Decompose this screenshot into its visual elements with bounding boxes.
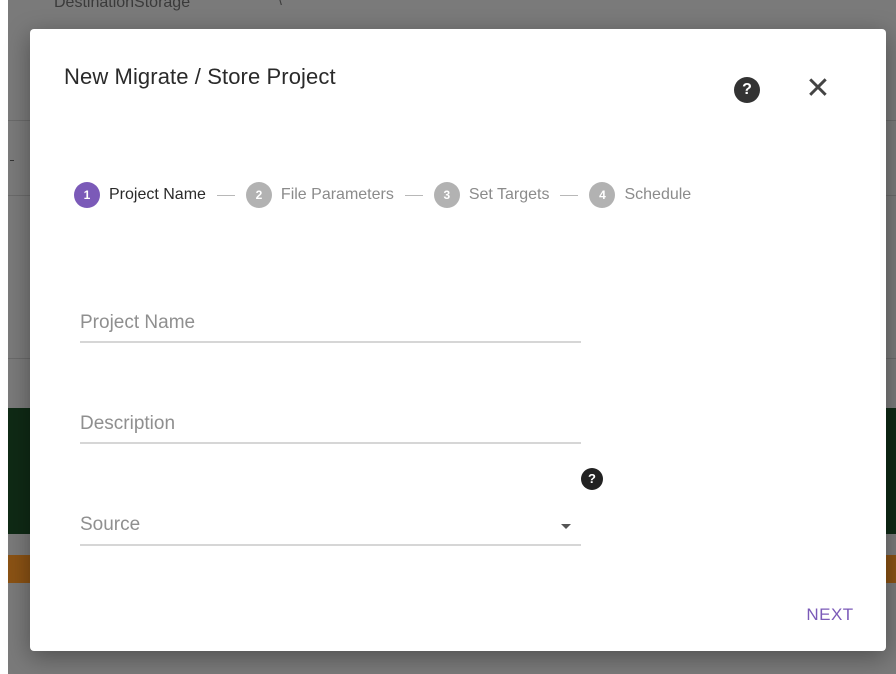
step-file-parameters[interactable]: 2 File Parameters [245, 182, 394, 208]
background-chevron: \ [278, 0, 282, 8]
help-icon[interactable]: ? [734, 77, 760, 103]
description-input[interactable] [80, 406, 581, 442]
step-label: Project Name [109, 186, 206, 203]
background-tab-label: DestinationStorage [54, 0, 191, 11]
step-connector [216, 194, 235, 196]
step-set-targets[interactable]: 3 Set Targets [433, 182, 550, 208]
source-select[interactable]: Source [80, 508, 581, 546]
step-number: 2 [245, 182, 272, 208]
next-button[interactable]: NEXT [792, 599, 868, 631]
step-number: 1 [74, 182, 100, 208]
description-field [80, 406, 581, 444]
new-project-dialog: New Migrate / Store Project ? ✕ 1 Projec… [30, 29, 886, 651]
step-connector [404, 194, 423, 196]
page-left-border [0, 0, 8, 674]
source-label: Source [80, 514, 141, 535]
step-label: File Parameters [280, 186, 394, 203]
dialog-title: New Migrate / Store Project [64, 64, 336, 89]
project-name-input[interactable] [80, 305, 581, 341]
step-schedule[interactable]: 4 Schedule [589, 182, 691, 208]
step-number: 4 [589, 182, 616, 208]
step-project-name[interactable]: 1 Project Name [74, 182, 206, 208]
close-icon[interactable]: ✕ [802, 73, 834, 105]
step-label: Schedule [624, 186, 692, 203]
chevron-down-icon [561, 524, 571, 529]
source-help-icon[interactable]: ? [581, 468, 603, 490]
step-label: Set Targets [468, 186, 550, 203]
background-dash [10, 160, 14, 161]
stepper: 1 Project Name 2 File Parameters 3 Set T… [74, 179, 691, 211]
step-connector [560, 194, 579, 196]
project-name-field [80, 305, 581, 343]
step-number: 3 [433, 182, 460, 208]
